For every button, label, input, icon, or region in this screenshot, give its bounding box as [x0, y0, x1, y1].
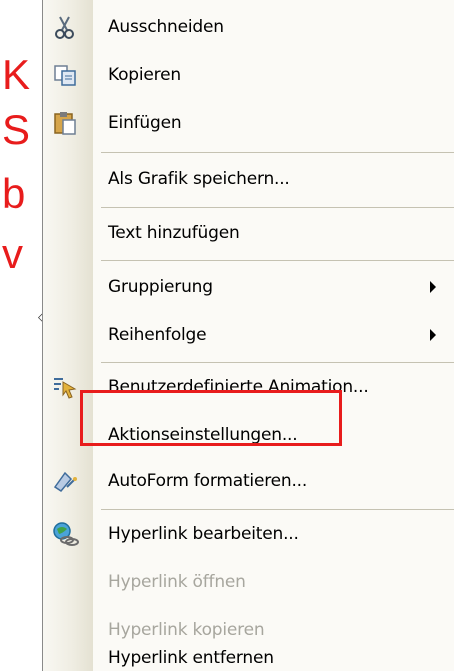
- menu-separator: [101, 152, 454, 153]
- copy-icon: [51, 61, 79, 89]
- menu-item-label: AutoForm formatieren...: [108, 471, 308, 491]
- menu-item-custom-animation[interactable]: Benutzerdefinierte Animation...: [43, 367, 454, 407]
- menu-item-paste[interactable]: Einfügen: [43, 103, 454, 143]
- slide-canvas: K S b v ◇ Ausschneiden: [0, 0, 454, 671]
- menu-separator: [101, 207, 454, 208]
- slide-text-line: K: [2, 51, 31, 98]
- slide-text-line: b: [2, 170, 26, 217]
- menu-item-format-autoshape[interactable]: AutoForm formatieren...: [43, 461, 454, 501]
- menu-item-label: Hyperlink öffnen: [108, 572, 246, 592]
- scissors-icon: [51, 13, 79, 41]
- menu-item-label: Hyperlink bearbeiten...: [108, 524, 299, 544]
- menu-item-save-as-picture[interactable]: Als Grafik speichern...: [43, 159, 454, 199]
- slide-text-line: v: [2, 230, 23, 277]
- menu-item-order[interactable]: Reihenfolge: [43, 315, 454, 355]
- menu-item-open-hyperlink: Hyperlink öffnen: [43, 562, 454, 602]
- submenu-arrow-icon: [430, 281, 436, 293]
- menu-item-action-settings[interactable]: Aktionseinstellungen...: [43, 415, 454, 455]
- menu-item-label: Ausschneiden: [108, 17, 224, 37]
- menu-item-edit-hyperlink[interactable]: Hyperlink bearbeiten...: [43, 514, 454, 554]
- submenu-arrow-icon: [430, 329, 436, 341]
- format-autoshape-icon: [51, 467, 79, 495]
- paste-icon: [51, 109, 79, 137]
- hyperlink-icon: [51, 520, 79, 548]
- menu-item-label: Hyperlink entfernen: [108, 648, 274, 668]
- menu-separator: [101, 509, 454, 510]
- slide-text-line: S: [2, 106, 31, 153]
- menu-item-add-text[interactable]: Text hinzufügen: [43, 213, 454, 253]
- menu-item-label: Reihenfolge: [108, 325, 207, 345]
- menu-item-copy[interactable]: Kopieren: [43, 55, 454, 95]
- menu-separator: [101, 362, 454, 363]
- menu-item-label: Aktionseinstellungen...: [108, 425, 298, 445]
- context-menu: Ausschneiden Kopieren Einfügen Als Grafi…: [42, 0, 454, 671]
- menu-item-label: Benutzerdefinierte Animation...: [108, 377, 369, 397]
- menu-item-label: Als Grafik speichern...: [108, 169, 290, 189]
- menu-item-remove-hyperlink[interactable]: Hyperlink entfernen: [43, 638, 454, 671]
- menu-item-label: Kopieren: [108, 65, 181, 85]
- menu-item-label: Einfügen: [108, 113, 182, 133]
- menu-item-grouping[interactable]: Gruppierung: [43, 267, 454, 307]
- custom-animation-icon: [51, 373, 79, 401]
- menu-item-label: Text hinzufügen: [108, 223, 240, 243]
- menu-separator: [101, 260, 454, 261]
- menu-item-label: Gruppierung: [108, 277, 213, 297]
- menu-item-cut[interactable]: Ausschneiden: [43, 7, 454, 47]
